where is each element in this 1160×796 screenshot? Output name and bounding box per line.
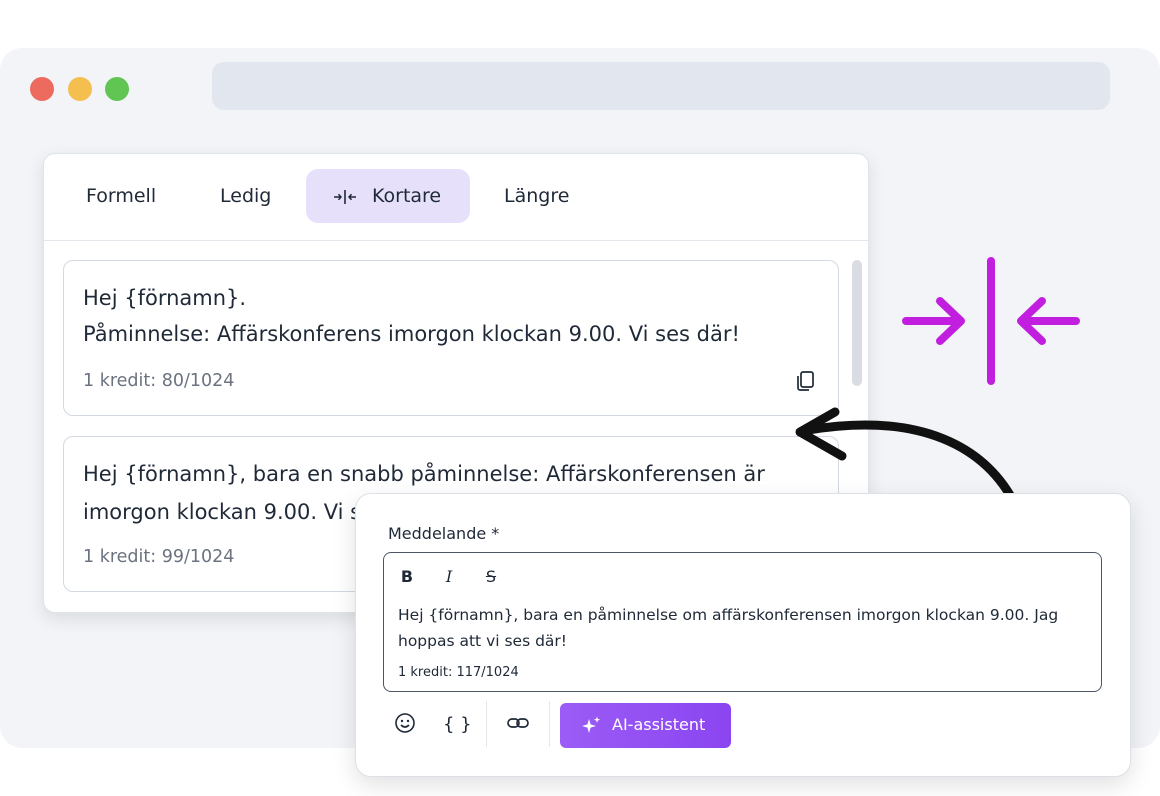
card-text-line: Påminnelse: Affärskonferens imorgon kloc… (83, 322, 740, 346)
suggestion-card[interactable]: Hej {förnamn}. Påminnelse: Affärskonfere… (63, 260, 839, 416)
message-text-line: Hej {förnamn}, bara en påminnelse om aff… (398, 606, 1059, 624)
copy-icon[interactable] (794, 369, 818, 393)
tab-formell[interactable]: Formell (86, 169, 156, 223)
italic-button[interactable]: I (439, 567, 459, 586)
tab-kortare[interactable]: Kortare (306, 169, 470, 223)
bold-button[interactable]: B (397, 567, 417, 586)
card-text-line: Hej {förnamn}, bara en snabb påminnelse:… (83, 462, 765, 486)
scrollbar[interactable] (852, 260, 862, 386)
tab-label: Kortare (372, 185, 442, 207)
tab-label: Ledig (220, 185, 272, 207)
tab-ledig[interactable]: Ledig (220, 169, 271, 223)
minimize-dot[interactable] (68, 77, 92, 101)
tab-label: Längre (504, 185, 570, 207)
variables-button[interactable]: { } (443, 714, 472, 735)
sparkle-icon (582, 716, 601, 733)
field-label: Meddelande * (388, 524, 500, 543)
message-text-line: hoppas att vi ses där! (398, 632, 568, 650)
maximize-dot[interactable] (105, 77, 129, 101)
compress-icon-large (902, 257, 1080, 385)
tone-tabs: Formell Ledig Kortare Längre (44, 154, 868, 241)
close-dot[interactable] (30, 77, 54, 101)
message-editor[interactable]: B I S Hej {förnamn}, bara en påminnelse … (383, 552, 1102, 692)
address-bar[interactable] (212, 62, 1110, 110)
credit-counter: 1 kredit: 80/1024 (83, 371, 235, 391)
message-composer: Meddelande * B I S Hej {förnamn}, bara e… (355, 493, 1131, 777)
credit-counter: 1 kredit: 99/1024 (83, 547, 235, 567)
tab-label: Formell (86, 185, 157, 207)
tab-langre[interactable]: Längre (504, 169, 569, 223)
credit-counter: 1 kredit: 117/1024 (398, 665, 519, 680)
compress-icon (332, 169, 358, 223)
ai-assistant-button[interactable]: AI-assistent (560, 703, 731, 748)
card-text-line: Hej {förnamn}. (83, 286, 247, 310)
toolbar-divider (486, 701, 487, 747)
emoji-icon[interactable] (394, 712, 416, 739)
link-icon[interactable] (506, 712, 530, 739)
toolbar-divider (549, 701, 550, 747)
strikethrough-button[interactable]: S (481, 567, 501, 586)
ai-button-label: AI-assistent (612, 715, 706, 734)
